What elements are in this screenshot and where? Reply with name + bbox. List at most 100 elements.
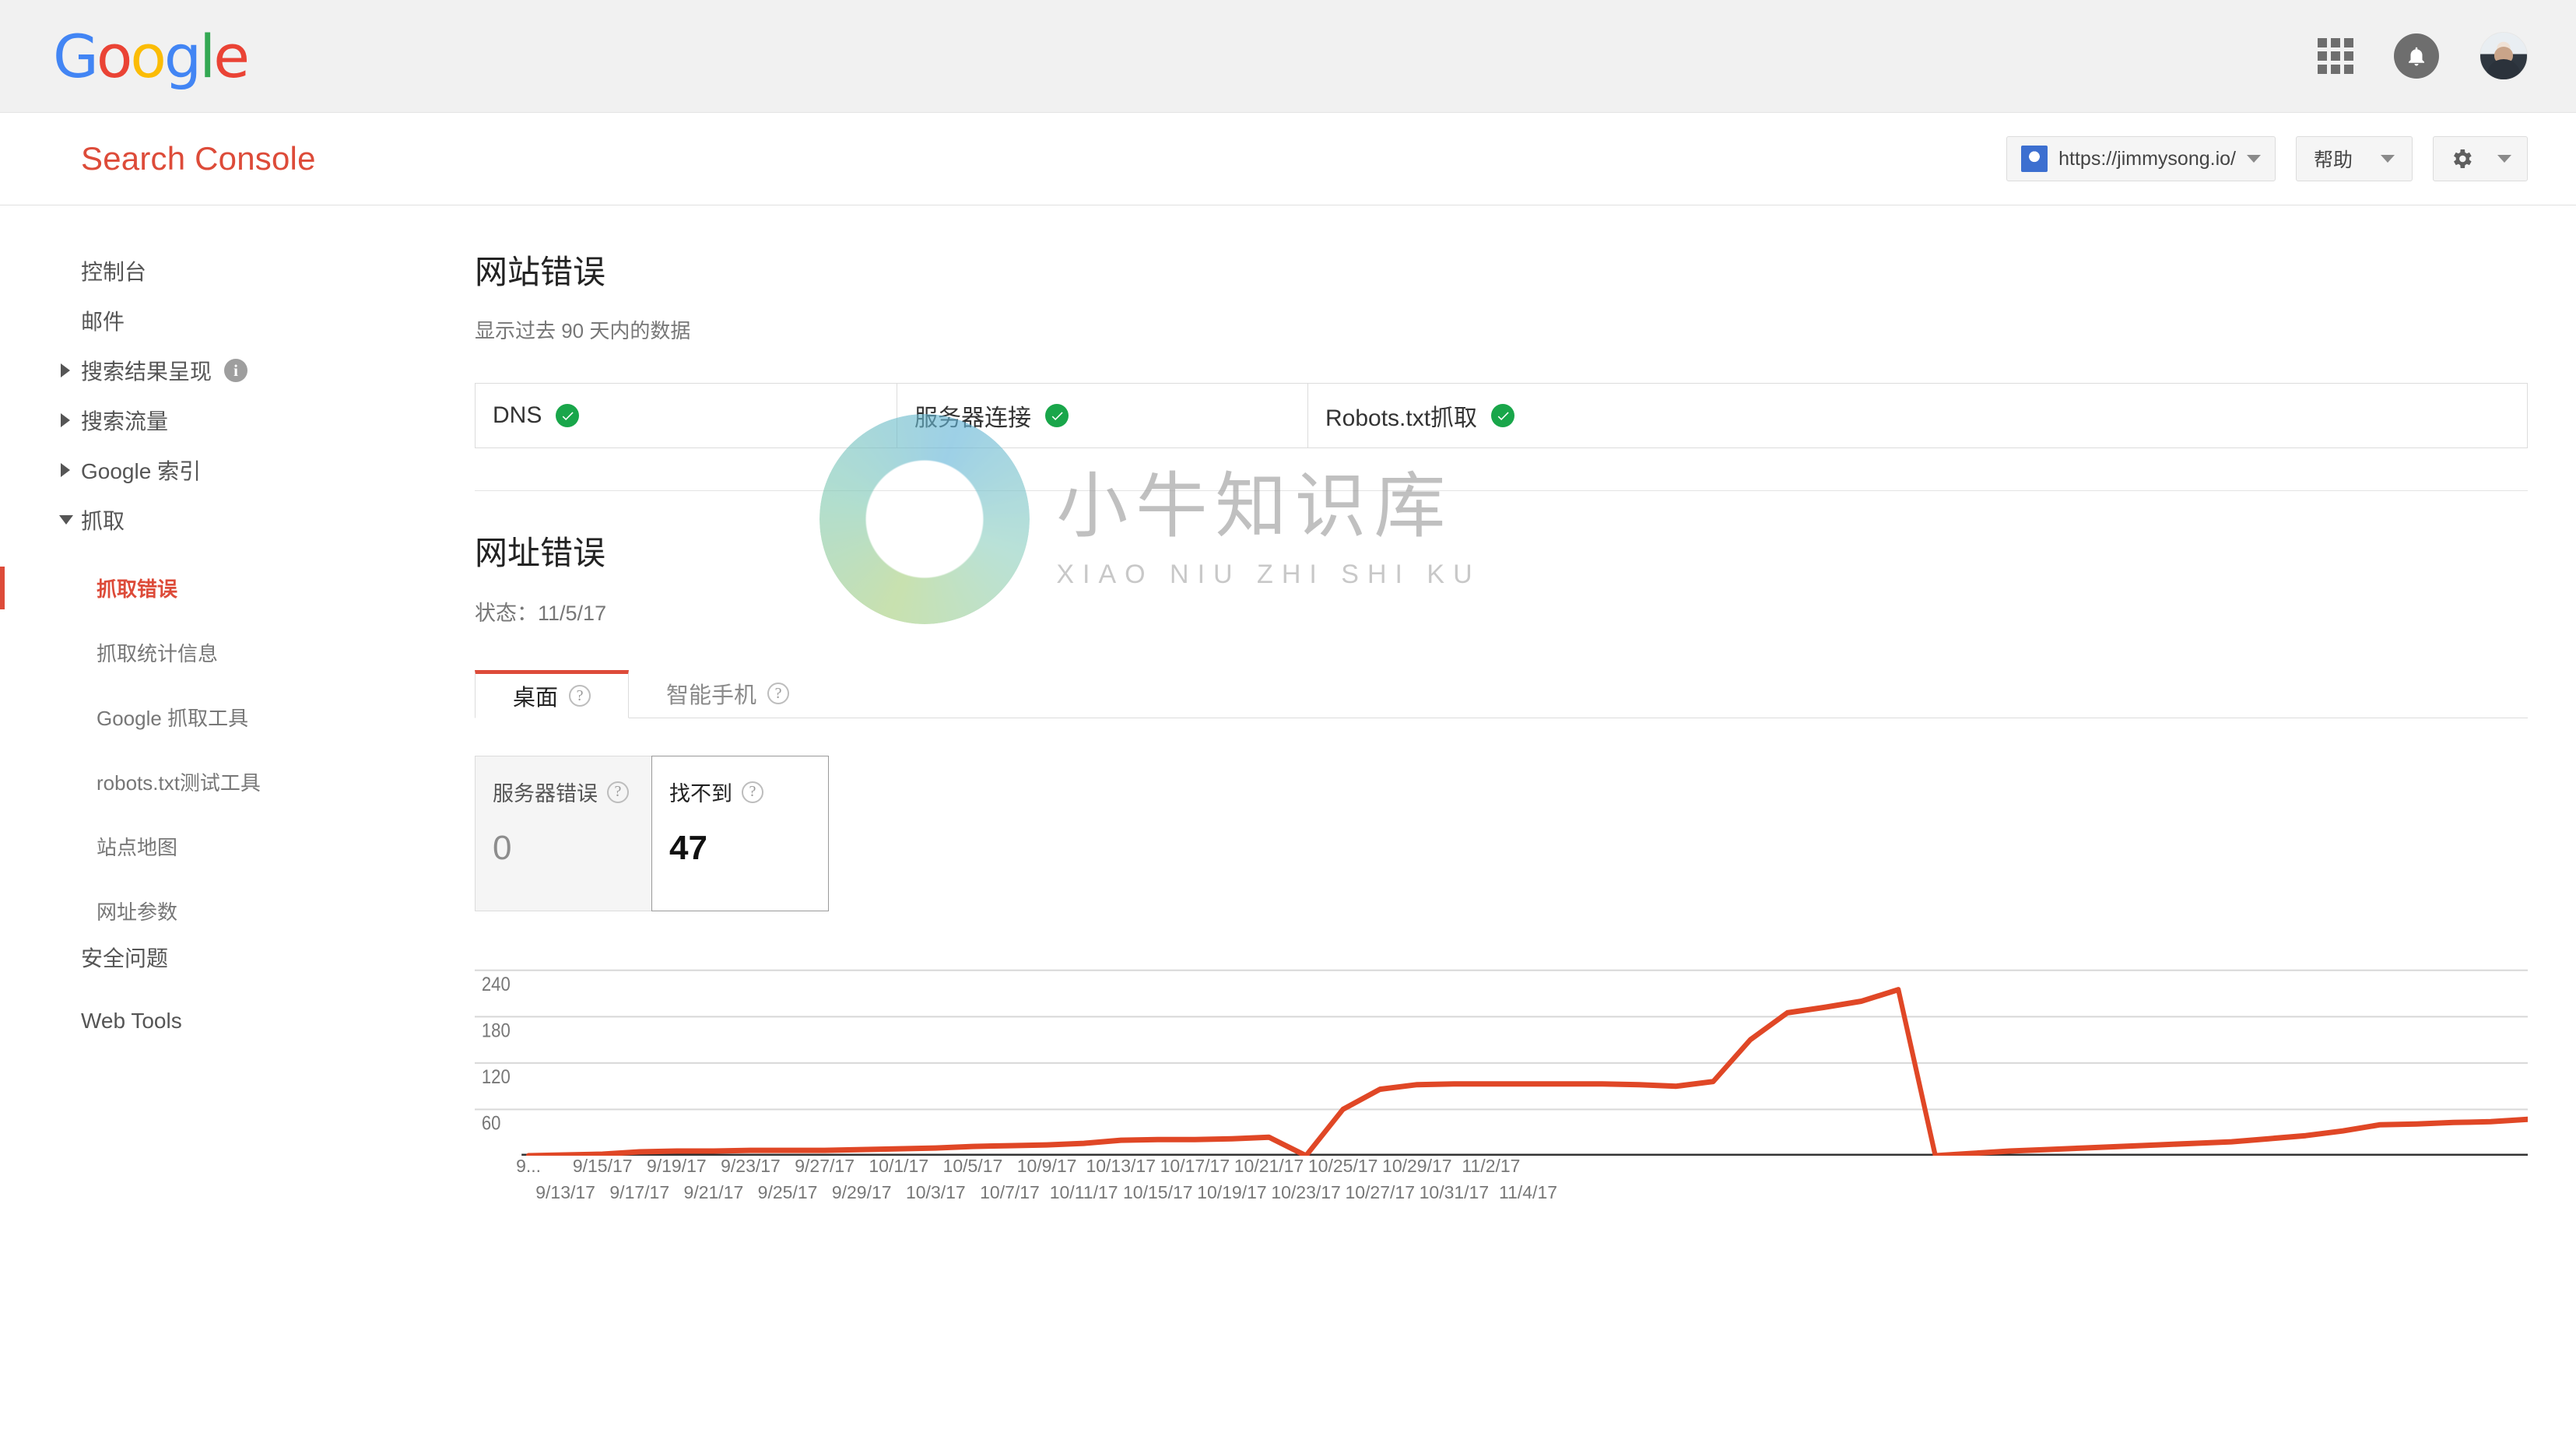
sidebar-item-url-parameters[interactable]: 网址参数 [0,890,442,932]
sidebar: 控制台 邮件 搜索结果呈现 i 搜索流量 Google 索引 抓取 抓取错误 抓取… [0,205,442,1446]
x-tick-label: 9... [516,1156,542,1176]
x-tick-label: 10/25/17 [1307,1156,1378,1176]
tab-desktop[interactable]: 桌面 ? [475,670,630,718]
sidebar-item-messages[interactable]: 邮件 [0,296,442,346]
sidebar-item-label: 搜索结果呈现 [81,360,212,384]
notification-bell-icon[interactable] [2394,33,2439,79]
google-logo[interactable]: Google [53,21,250,91]
url-errors-title: 网址错误 [475,535,606,571]
chevron-down-icon [2381,155,2395,163]
card-label: 找不到 [669,782,732,805]
sidebar-item-label: robots.txt测试工具 [97,771,261,795]
sidebar-item-label: Google 索引 [81,459,202,483]
sidebar-item-robots-tester[interactable]: robots.txt测试工具 [0,760,442,803]
sidebar-item-crawl-errors[interactable]: 抓取错误 [0,567,442,609]
logo-letter-G: G [53,21,99,91]
svg-text:60: 60 [482,1113,501,1135]
sidebar-item-label: Google 抓取工具 [97,707,249,730]
svg-text:240: 240 [482,974,511,996]
x-tick-label: 10/11/17 [1049,1182,1118,1202]
sidebar-item-google-index[interactable]: Google 索引 [0,445,442,495]
site-error-cell-robots-txt[interactable]: Robots.txt抓取 [1308,384,1713,447]
check-circle-icon [1491,404,1515,427]
sidebar-item-crawl[interactable]: 抓取 [0,495,442,545]
card-label-row: 找不到 ? [669,777,811,807]
logo-letter-l: l [199,21,216,91]
site-errors-title: 网站错误 [475,254,606,290]
property-selector[interactable]: https://jimmysong.io/ [2006,136,2276,181]
sidebar-item-dashboard[interactable]: 控制台 [0,246,442,296]
settings-button[interactable] [2433,136,2528,181]
chart-x-axis: 9... 9/15/17 9/19/17 9/23/17 9/27/17 10/1/17 1… [475,1156,2528,1213]
sidebar-item-security-issues[interactable]: 安全问题 [0,932,442,982]
site-favicon-icon [2021,146,2048,172]
sidebar-item-label: 站点地图 [97,836,178,859]
triangle-down-icon [59,515,73,525]
sidebar-item-fetch-as-google[interactable]: Google 抓取工具 [0,696,442,739]
avatar[interactable] [2479,32,2528,80]
svg-text:180: 180 [482,1020,511,1042]
x-tick-label: 9/17/17 [609,1182,670,1202]
x-tick-label: 11/2/17 [1462,1156,1521,1176]
check-circle-icon [1045,404,1069,427]
site-error-label: DNS [493,402,542,428]
chevron-down-icon [2246,155,2261,163]
property-label: https://jimmysong.io/ [2058,147,2236,170]
url-errors-status: 状态：11/5/17 [475,596,2528,626]
device-tabs: 桌面 ? 智能手机 ? [475,670,2528,718]
tab-label: 智能手机 [666,683,757,708]
sidebar-item-label: 网址参数 [97,900,178,924]
x-tick-label: 9/25/17 [757,1182,818,1202]
sidebar-item-label: 控制台 [81,260,147,284]
help-question-icon[interactable]: ? [767,683,790,704]
site-error-cell-server-connection[interactable]: 服务器连接 [897,384,1308,447]
logo-letter-o1: o [96,21,132,91]
x-tick-label: 10/7/17 [980,1182,1040,1202]
x-tick-label: 9/29/17 [831,1182,892,1202]
status-date: 11/5/17 [538,602,607,625]
sidebar-item-crawl-stats[interactable]: 抓取统计信息 [0,631,442,674]
sidebar-item-label: 抓取统计信息 [97,642,219,665]
x-tick-label: 10/19/17 [1197,1182,1267,1202]
x-tick-label: 10/5/17 [942,1156,1003,1176]
sidebar-item-sitemaps[interactable]: 站点地图 [0,825,442,868]
error-metric-cards: 服务器错误 ? 0 找不到 ? 47 [475,756,2528,911]
sidebar-item-label: Web Tools [81,1009,182,1033]
x-tick-label: 10/17/17 [1160,1156,1230,1176]
check-circle-icon [556,404,580,427]
sidebar-item-label: 搜索流量 [81,409,169,433]
search-console-header: Search Console https://jimmysong.io/ 帮助 [0,113,2576,205]
logo-letter-g: g [163,21,202,91]
info-icon[interactable]: i [224,359,248,382]
site-errors-subtitle: 显示过去 90 天内的数据 [475,319,691,342]
sidebar-item-search-traffic[interactable]: 搜索流量 [0,395,442,445]
status-label: 状态： [475,602,538,625]
apps-grid-icon[interactable] [2318,38,2353,74]
help-question-icon[interactable]: ? [607,781,629,803]
x-tick-label: 10/13/17 [1086,1156,1156,1176]
card-not-found[interactable]: 找不到 ? 47 [651,756,829,911]
help-question-icon[interactable]: ? [742,781,763,803]
sidebar-item-search-appearance[interactable]: 搜索结果呈现 i [0,346,442,395]
chart-svg: 60 120 180 240 [475,969,2528,1156]
help-button[interactable]: 帮助 [2295,136,2413,181]
x-tick-label: 10/31/17 [1419,1182,1490,1202]
x-tick-label: 10/15/17 [1123,1182,1193,1202]
site-error-label: 服务器连接 [914,405,1031,431]
x-tick-label: 10/9/17 [1016,1156,1077,1176]
crawl-errors-chart[interactable]: 60 120 180 240 [475,947,2528,1156]
google-top-bar: Google [0,0,2576,113]
triangle-right-icon [61,463,70,477]
help-question-icon[interactable]: ? [569,685,591,707]
tab-smartphone[interactable]: 智能手机 ? [629,669,826,718]
sidebar-item-web-tools[interactable]: Web Tools [0,999,442,1043]
card-label-row: 服务器错误 ? [493,777,634,807]
card-server-error[interactable]: 服务器错误 ? 0 [475,756,652,911]
help-label: 帮助 [2313,149,2353,171]
card-value: 47 [669,829,707,867]
page-title[interactable]: Search Console [81,140,316,177]
header-actions: https://jimmysong.io/ 帮助 [2006,136,2528,181]
site-error-cell-dns[interactable]: DNS [476,384,897,447]
site-errors-table: DNS 服务器连接 Robots.txt抓取 [475,383,2528,448]
x-tick-label: 9/15/17 [572,1156,633,1176]
